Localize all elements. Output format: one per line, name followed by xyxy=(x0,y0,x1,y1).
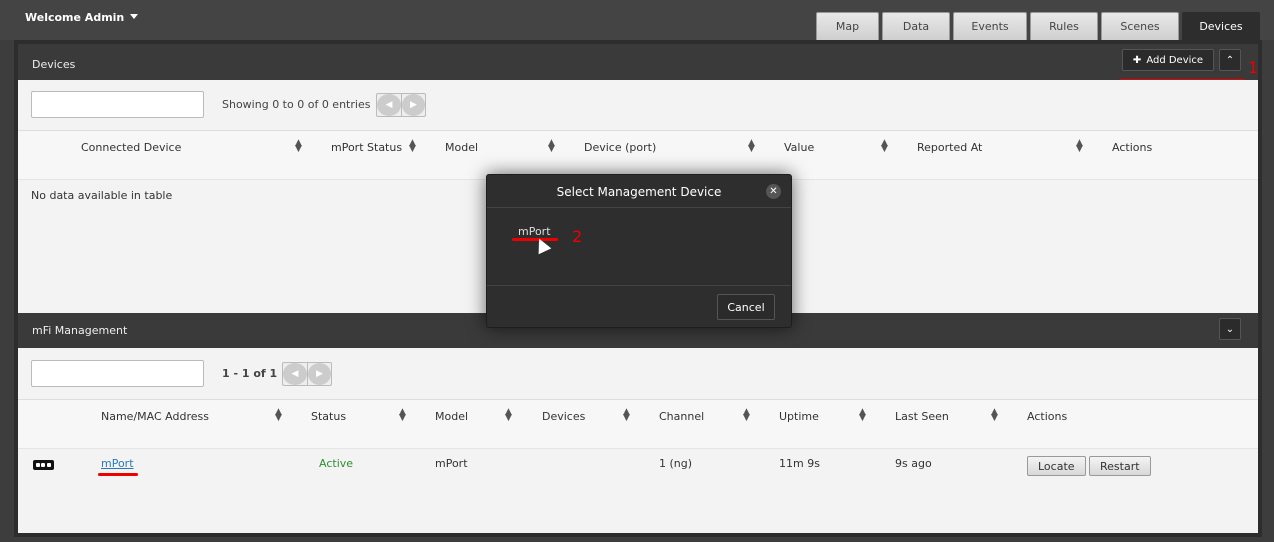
device-mport-icon xyxy=(33,460,54,470)
expand-management-button[interactable]: ⌄ xyxy=(1219,318,1241,340)
restart-button[interactable]: Restart xyxy=(1089,456,1151,476)
top-bar: Welcome Admin Map Data Events Rules Scen… xyxy=(0,0,1274,40)
col-last-seen[interactable]: Last Seen xyxy=(895,410,949,423)
next-page-button[interactable]: ▶ xyxy=(307,363,331,385)
sort-icon[interactable]: ▲ ▼ xyxy=(505,408,512,423)
chevron-up-icon: ⌃ xyxy=(1225,54,1235,66)
arrow-left-icon: ◀ xyxy=(377,94,401,116)
col-device-port[interactable]: Device (port) xyxy=(584,141,656,154)
col-reported-at[interactable]: Reported At xyxy=(917,141,982,154)
close-icon[interactable]: ✕ xyxy=(766,184,781,199)
sort-icon[interactable]: ▲ ▼ xyxy=(295,139,302,154)
col-uptime[interactable]: Uptime xyxy=(779,410,819,423)
management-search-input[interactable] xyxy=(31,360,204,387)
col-model[interactable]: Model xyxy=(435,410,468,423)
sort-icon[interactable]: ▲ ▼ xyxy=(409,139,416,154)
tab-scenes[interactable]: Scenes xyxy=(1101,12,1179,40)
devices-entries-info: Showing 0 to 0 of 0 entries xyxy=(222,98,371,111)
devices-toolbar: Showing 0 to 0 of 0 entries ◀ ▶ xyxy=(18,80,1258,130)
plus-icon: ✚ xyxy=(1132,54,1142,66)
management-table-header: Name/MAC Address ▲ ▼ Status ▲ ▼ Model ▲ ▼ D… xyxy=(18,399,1258,449)
row-last-seen: 9s ago xyxy=(895,457,932,470)
devices-panel-title: Devices xyxy=(32,58,76,71)
sort-icon[interactable]: ▲ ▼ xyxy=(881,139,888,154)
row-model: mPort xyxy=(435,457,468,470)
sort-icon[interactable]: ▲ ▼ xyxy=(275,408,282,423)
sort-icon[interactable]: ▲ ▼ xyxy=(991,408,998,423)
devices-search-input[interactable] xyxy=(31,91,204,118)
row-device-name-link[interactable]: mPort xyxy=(101,457,134,470)
col-status[interactable]: Status xyxy=(311,410,346,423)
devices-table-header: Connected Device ▲ ▼ mPort Status ▲ ▼ Mode… xyxy=(18,130,1258,180)
modal-title: Select Management Device xyxy=(556,185,722,199)
collapse-devices-button[interactable]: ⌃ xyxy=(1219,49,1241,71)
row-status: Active xyxy=(319,457,354,470)
next-page-button[interactable]: ▶ xyxy=(401,94,425,116)
cancel-button[interactable]: Cancel xyxy=(717,294,775,320)
management-table-body: Active mPort 1 (ng) 11m 9s 9s ago Locate… xyxy=(18,449,1258,533)
col-actions: Actions xyxy=(1027,410,1068,423)
prev-page-button[interactable]: ◀ xyxy=(377,94,401,116)
row-channel: 1 (ng) xyxy=(659,457,693,470)
add-device-label: Add Device xyxy=(1146,54,1204,66)
chevron-down-icon: ⌄ xyxy=(1225,323,1235,335)
empty-table-message: No data available in table xyxy=(31,189,173,202)
tab-data[interactable]: Data xyxy=(882,12,950,40)
sort-icon[interactable]: ▲ ▼ xyxy=(623,408,630,423)
col-mport-status[interactable]: mPort Status xyxy=(331,141,402,154)
devices-panel-header: Devices ✚ Add Device ⌃ xyxy=(18,44,1258,82)
caret-down-icon xyxy=(130,14,139,19)
management-toolbar: 1 - 1 of 1 ◀ ▶ xyxy=(18,348,1258,399)
divider xyxy=(487,207,791,208)
tab-events[interactable]: Events xyxy=(953,12,1027,40)
tab-devices[interactable]: Devices xyxy=(1182,12,1260,40)
annotation-number-1: 1 xyxy=(1248,58,1259,77)
locate-button[interactable]: Locate xyxy=(1027,456,1086,476)
arrow-left-icon: ◀ xyxy=(283,363,307,385)
col-connected-device[interactable]: Connected Device xyxy=(81,141,181,154)
sort-icon[interactable]: ▲ ▼ xyxy=(743,408,750,423)
sort-icon[interactable]: ▲ ▼ xyxy=(548,139,555,154)
col-actions: Actions xyxy=(1112,141,1153,154)
arrow-right-icon: ▶ xyxy=(308,363,331,385)
prev-page-button[interactable]: ◀ xyxy=(283,363,307,385)
welcome-label: Welcome Admin xyxy=(25,11,125,24)
col-model[interactable]: Model xyxy=(445,141,478,154)
management-pager-info: 1 - 1 of 1 xyxy=(222,367,278,380)
col-channel[interactable]: Channel xyxy=(659,410,704,423)
tab-rules[interactable]: Rules xyxy=(1030,12,1098,40)
col-value[interactable]: Value xyxy=(784,141,814,154)
mfi-management-title: mFi Management xyxy=(32,324,128,337)
annotation-underline-row xyxy=(98,473,138,476)
management-pager: ◀ ▶ xyxy=(282,362,332,386)
col-name-mac[interactable]: Name/MAC Address xyxy=(101,410,209,423)
add-device-button[interactable]: ✚ Add Device xyxy=(1122,49,1214,71)
divider xyxy=(487,285,791,286)
sort-icon[interactable]: ▲ ▼ xyxy=(399,408,406,423)
col-devices[interactable]: Devices xyxy=(542,410,585,423)
sort-icon[interactable]: ▲ ▼ xyxy=(1076,139,1083,154)
user-menu[interactable]: Welcome Admin xyxy=(25,11,139,24)
annotation-number-2: 2 xyxy=(572,227,583,246)
select-management-device-modal: Select Management Device ✕ mPort Cancel xyxy=(486,174,792,328)
tab-map[interactable]: Map xyxy=(816,12,879,40)
row-uptime: 11m 9s xyxy=(779,457,820,470)
sort-icon[interactable]: ▲ ▼ xyxy=(748,139,755,154)
sort-icon[interactable]: ▲ ▼ xyxy=(859,408,866,423)
nav-tabs: Map Data Events Rules Scenes Devices xyxy=(816,12,1260,40)
devices-pager: ◀ ▶ xyxy=(376,93,426,117)
arrow-right-icon: ▶ xyxy=(402,94,425,116)
